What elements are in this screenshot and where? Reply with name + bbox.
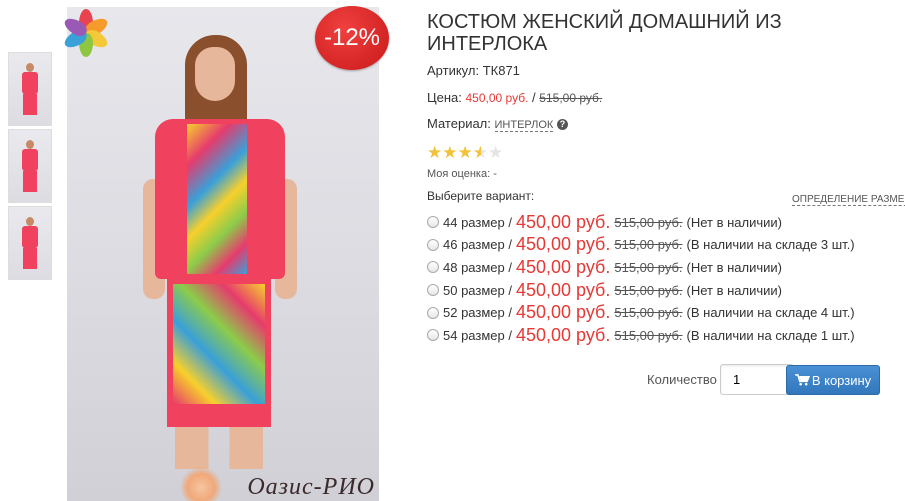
star-half-icon[interactable]: ★ bbox=[473, 143, 488, 162]
variant-size: 46 размер / bbox=[443, 237, 512, 253]
price-separator: / bbox=[532, 90, 536, 105]
variant-price: 450,00 руб. bbox=[515, 302, 611, 323]
variant-status: (В наличии на складе 3 шт.) bbox=[686, 237, 855, 253]
variant-price: 450,00 руб. bbox=[515, 234, 611, 255]
flower-logo-icon bbox=[58, 5, 114, 61]
material-row: Материал: ИНТЕРЛОК ? bbox=[427, 116, 568, 132]
discount-badge: -12% bbox=[315, 6, 389, 70]
variant-status: (Нет в наличии) bbox=[686, 214, 783, 230]
thumbnail-3[interactable] bbox=[8, 206, 52, 280]
sku-label: Артикул: bbox=[427, 63, 480, 78]
add-to-cart-label: В корзину bbox=[811, 372, 872, 388]
variant-option[interactable]: 50 размер / 450,00 руб. 515,00 руб. (Нет… bbox=[427, 279, 855, 302]
variant-option[interactable]: 44 размер / 450,00 руб. 515,00 руб. (Нет… bbox=[427, 211, 855, 234]
sku-row: Артикул: ТК871 bbox=[427, 63, 520, 78]
variant-status: (Нет в наличии) bbox=[686, 259, 783, 275]
variant-option[interactable]: 54 размер / 450,00 руб. 515,00 руб. (В н… bbox=[427, 324, 855, 347]
variant-price: 450,00 руб. bbox=[515, 211, 611, 232]
star-icon[interactable]: ★ bbox=[458, 143, 473, 162]
variant-radio[interactable] bbox=[427, 329, 439, 342]
material-label: Материал: bbox=[427, 116, 491, 131]
watermark-flower-icon bbox=[179, 467, 223, 501]
variant-size: 50 размер / bbox=[443, 282, 512, 298]
variant-price: 450,00 руб. bbox=[515, 324, 611, 345]
star-icon[interactable]: ★ bbox=[442, 143, 457, 162]
product-title: КОСТЮМ ЖЕНСКИЙ ДОМАШНИЙ ИЗ ИНТЕРЛОКА bbox=[427, 11, 782, 55]
variant-old-price: 515,00 руб. bbox=[614, 305, 683, 321]
question-circle-icon[interactable]: ? bbox=[556, 119, 568, 131]
add-to-cart-button[interactable]: В корзину bbox=[786, 365, 880, 395]
star-icon[interactable]: ★ bbox=[427, 143, 442, 162]
variant-radio[interactable] bbox=[427, 238, 439, 251]
variant-size: 48 размер / bbox=[443, 259, 512, 275]
old-price: 515,00 руб. bbox=[539, 91, 603, 105]
model-figure bbox=[143, 29, 297, 469]
variant-price: 450,00 руб. bbox=[515, 279, 611, 300]
variant-size: 52 размер / bbox=[443, 305, 512, 321]
sku-value: ТК871 bbox=[482, 63, 520, 78]
variant-radio[interactable] bbox=[427, 216, 439, 229]
my-rating: Моя оценка: - bbox=[427, 168, 497, 180]
variant-option[interactable]: 46 размер / 450,00 руб. 515,00 руб. (В н… bbox=[427, 234, 855, 257]
variant-radio[interactable] bbox=[427, 261, 439, 274]
variant-radio[interactable] bbox=[427, 306, 439, 319]
variant-old-price: 515,00 руб. bbox=[614, 282, 683, 298]
quantity-input[interactable] bbox=[720, 364, 794, 395]
material-link[interactable]: ИНТЕРЛОК bbox=[494, 119, 554, 132]
quantity-label: Количество bbox=[647, 372, 717, 387]
variants-label: Выберите вариант: bbox=[427, 189, 535, 203]
thumbnail-list bbox=[8, 52, 52, 283]
variant-option[interactable]: 52 размер / 450,00 руб. 515,00 руб. (В н… bbox=[427, 301, 855, 324]
product-main-image[interactable]: Оазис-РИО bbox=[67, 7, 379, 501]
price-row: Цена: 450,00 руб. / 515,00 руб. bbox=[427, 90, 602, 105]
variant-old-price: 515,00 руб. bbox=[614, 237, 683, 253]
current-price: 450,00 руб. bbox=[465, 91, 529, 105]
watermark-logo: Оазис-РИО bbox=[247, 474, 375, 500]
variant-status: (В наличии на складе 4 шт.) bbox=[686, 305, 855, 321]
variant-option[interactable]: 48 размер / 450,00 руб. 515,00 руб. (Нет… bbox=[427, 256, 855, 279]
variant-old-price: 515,00 руб. bbox=[614, 327, 683, 343]
thumbnail-1[interactable] bbox=[8, 52, 52, 126]
variant-radio[interactable] bbox=[427, 284, 439, 297]
variant-price: 450,00 руб. bbox=[515, 256, 611, 277]
thumbnail-2[interactable] bbox=[8, 129, 52, 203]
variant-list: 44 размер / 450,00 руб. 515,00 руб. (Нет… bbox=[427, 211, 855, 347]
variant-status: (В наличии на складе 1 шт.) bbox=[686, 327, 855, 343]
rating-stars[interactable]: ★★★★★ bbox=[427, 144, 503, 163]
shopping-cart-icon bbox=[794, 374, 810, 386]
variant-status: (Нет в наличии) bbox=[686, 282, 783, 298]
variant-size: 54 размер / bbox=[443, 327, 512, 343]
variant-old-price: 515,00 руб. bbox=[614, 214, 683, 230]
star-empty-icon[interactable]: ★ bbox=[488, 143, 503, 162]
variant-size: 44 размер / bbox=[443, 214, 512, 230]
size-guide-link[interactable]: ОПРЕДЕЛЕНИЕ РАЗМЕРА bbox=[792, 194, 905, 206]
variant-old-price: 515,00 руб. bbox=[614, 259, 683, 275]
price-label: Цена: bbox=[427, 90, 462, 105]
size-guide-row: ОПРЕДЕЛЕНИЕ РАЗМЕРА bbox=[792, 190, 905, 206]
